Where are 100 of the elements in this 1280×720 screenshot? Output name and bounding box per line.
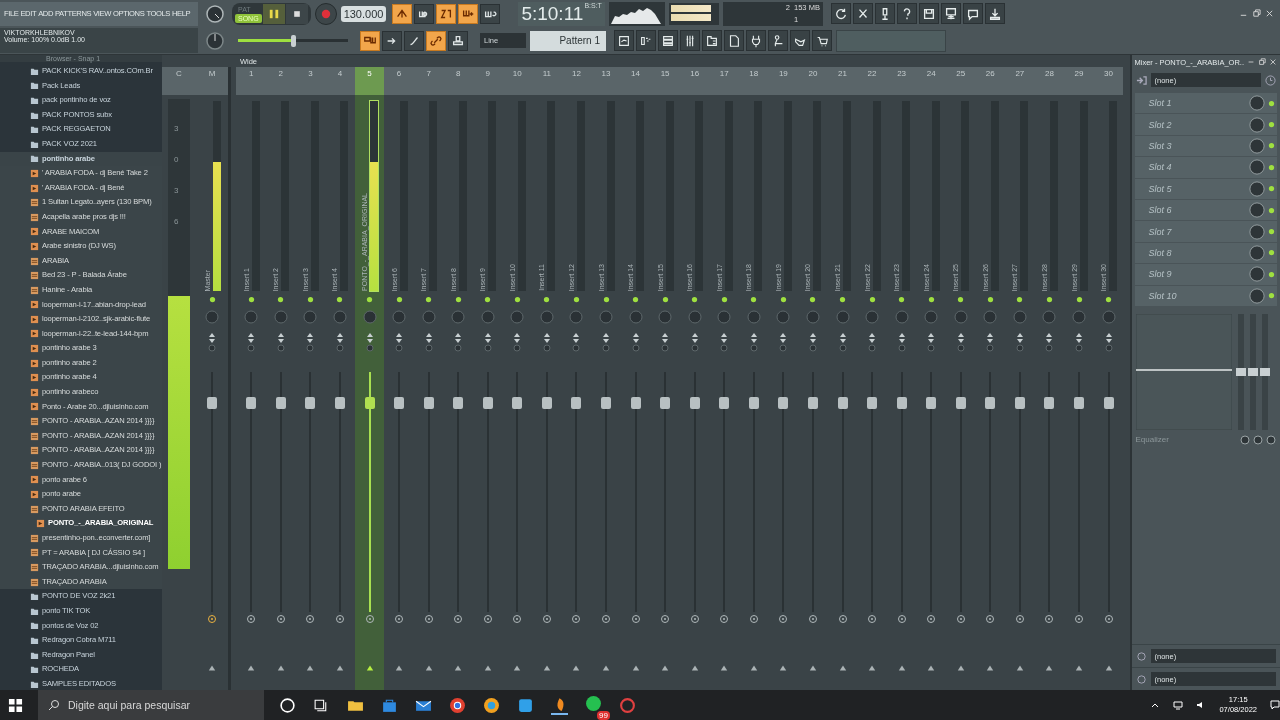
mute-led-icon[interactable] xyxy=(986,296,994,303)
mute-led-icon[interactable] xyxy=(366,296,373,303)
mute-led-icon[interactable] xyxy=(602,296,610,303)
toolbar-button[interactable] xyxy=(790,30,810,51)
fruit-app-icon[interactable] xyxy=(551,695,568,715)
network-icon[interactable] xyxy=(1173,700,1184,710)
mute-led-icon[interactable] xyxy=(661,296,669,303)
mute-led-icon[interactable] xyxy=(484,296,492,303)
toggle-button[interactable] xyxy=(382,30,402,51)
toggle-button[interactable] xyxy=(404,30,424,51)
stereo-separation-icon[interactable] xyxy=(365,332,374,352)
toolbar-button[interactable] xyxy=(984,3,1005,24)
send-icon[interactable] xyxy=(985,614,996,624)
volume-fader[interactable] xyxy=(1014,372,1025,612)
route-arrow-icon[interactable] xyxy=(276,664,285,672)
volume-fader[interactable] xyxy=(660,372,671,612)
stereo-separation-icon[interactable] xyxy=(602,332,610,352)
channel-number[interactable]: 10 xyxy=(502,67,533,95)
route-arrow-icon[interactable] xyxy=(927,664,936,672)
mute-led-icon[interactable] xyxy=(957,296,965,303)
stereo-separation-icon[interactable] xyxy=(956,332,965,352)
route-arrow-icon[interactable] xyxy=(306,664,315,672)
send-icon[interactable] xyxy=(719,614,730,624)
send-icon[interactable] xyxy=(305,614,316,624)
stereo-separation-icon[interactable] xyxy=(247,332,256,352)
windows-logo-icon[interactable] xyxy=(8,697,23,713)
stop-button[interactable] xyxy=(285,3,308,24)
volume-fader[interactable] xyxy=(512,372,523,612)
volume-fader[interactable] xyxy=(275,372,286,612)
mute-led-icon[interactable] xyxy=(513,296,521,303)
channel-number[interactable]: 16 xyxy=(679,67,710,95)
toggle-button[interactable] xyxy=(392,3,413,24)
volume-fader[interactable] xyxy=(985,372,996,612)
volume-fader[interactable] xyxy=(571,372,582,612)
mix-knob-icon[interactable] xyxy=(1249,159,1265,176)
toolbar-button[interactable] xyxy=(724,30,744,51)
search-field[interactable]: Digite aqui para pesquisar xyxy=(38,690,264,720)
stereo-separation-icon[interactable] xyxy=(572,332,581,352)
mute-led-icon[interactable] xyxy=(277,296,285,303)
pattern-selector[interactable]: Pattern 1 xyxy=(530,30,606,51)
mix-knob-icon[interactable] xyxy=(1249,287,1265,304)
send-icon[interactable] xyxy=(512,614,523,624)
effect-slot[interactable]: Slot 10 xyxy=(1134,285,1277,306)
send-icon[interactable] xyxy=(246,614,257,624)
send-icon[interactable] xyxy=(207,614,218,624)
route-arrow-icon[interactable] xyxy=(395,664,404,672)
effect-slot[interactable]: Slot 7 xyxy=(1134,221,1277,242)
cortana-icon[interactable] xyxy=(279,696,296,714)
volume-fader[interactable] xyxy=(1074,372,1084,612)
send-icon[interactable] xyxy=(748,614,759,624)
volume-fader[interactable] xyxy=(630,372,641,612)
volume-fader[interactable] xyxy=(423,372,434,612)
toolbar-button[interactable] xyxy=(746,30,766,51)
mute-led-icon[interactable] xyxy=(1075,296,1083,303)
route-arrow-icon[interactable] xyxy=(868,664,877,672)
mix-knob-icon[interactable] xyxy=(1249,95,1265,112)
volume-fader[interactable] xyxy=(689,372,700,612)
route-arrow-icon[interactable] xyxy=(956,664,965,672)
route-arrow-icon[interactable] xyxy=(483,664,492,672)
toolbar-button[interactable] xyxy=(896,3,917,24)
volume-fader[interactable] xyxy=(541,372,552,612)
eq-band-slider[interactable] xyxy=(1249,313,1256,430)
toolbar-button[interactable] xyxy=(702,30,722,51)
stereo-separation-icon[interactable] xyxy=(454,332,463,352)
mute-led-icon[interactable] xyxy=(425,296,433,303)
route-arrow-icon[interactable] xyxy=(720,664,729,672)
channel-number[interactable]: 20 xyxy=(798,67,828,95)
knob-icon[interactable] xyxy=(205,3,225,24)
mix-knob-icon[interactable] xyxy=(1249,180,1265,197)
route-arrow-icon[interactable] xyxy=(631,664,640,672)
toggle-button[interactable] xyxy=(480,3,501,24)
mute-led-icon[interactable] xyxy=(1045,296,1053,303)
stereo-separation-icon[interactable] xyxy=(897,332,906,352)
mix-knob-icon[interactable] xyxy=(1249,202,1265,219)
route-arrow-icon[interactable] xyxy=(661,664,670,672)
stereo-separation-icon[interactable] xyxy=(986,332,995,352)
stereo-separation-icon[interactable] xyxy=(424,332,433,352)
toolbar-button[interactable] xyxy=(768,30,788,51)
route-arrow-icon[interactable] xyxy=(1104,664,1113,672)
mix-knob-icon[interactable] xyxy=(1249,266,1265,283)
mute-led-icon[interactable] xyxy=(395,296,403,303)
restore-icon[interactable] xyxy=(1258,58,1266,66)
eq-band-slider[interactable] xyxy=(1261,313,1268,430)
eq-knob-icon[interactable] xyxy=(1266,434,1276,445)
effect-slot[interactable]: Slot 4 xyxy=(1134,157,1277,178)
effect-slot[interactable]: Slot 6 xyxy=(1134,199,1277,221)
toolbar-button[interactable] xyxy=(940,3,961,24)
send-icon[interactable] xyxy=(778,614,789,624)
stereo-separation-icon[interactable] xyxy=(631,332,640,352)
send-icon[interactable] xyxy=(482,614,493,624)
channel-number[interactable]: 8 xyxy=(443,67,473,95)
route-arrow-icon[interactable] xyxy=(690,664,699,672)
channel-number[interactable]: 6 xyxy=(384,67,414,95)
send-icon[interactable] xyxy=(689,614,700,624)
stereo-separation-icon[interactable] xyxy=(306,332,315,352)
send-icon[interactable] xyxy=(1103,614,1114,624)
mute-led-icon[interactable] xyxy=(1105,296,1113,303)
volume-fader[interactable] xyxy=(837,372,848,612)
send-icon[interactable] xyxy=(334,614,345,624)
channel-number[interactable]: 7 xyxy=(413,67,444,95)
